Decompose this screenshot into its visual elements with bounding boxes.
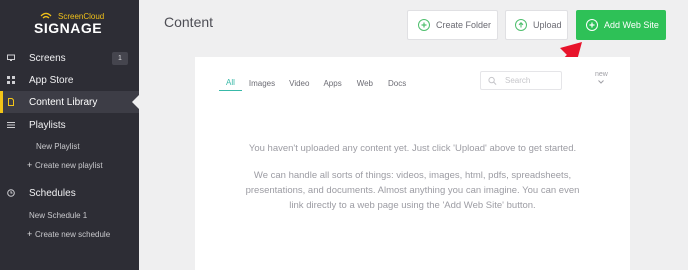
create-playlist-label: Create new playlist xyxy=(35,160,103,170)
file-icon xyxy=(7,98,15,106)
tab-web[interactable]: Web xyxy=(349,75,381,91)
create-folder-button[interactable]: Create Folder xyxy=(407,10,498,40)
grid-icon xyxy=(7,76,15,84)
page-title: Content xyxy=(164,14,214,30)
empty-state-message: You haven't uploaded any content yet. Ju… xyxy=(248,143,577,154)
sidebar-item-label: Screens xyxy=(29,52,66,64)
tab-docs[interactable]: Docs xyxy=(381,75,413,91)
chevron-down-icon xyxy=(598,80,605,84)
plus-circle-icon xyxy=(586,19,598,31)
sidebar-item-label: App Store xyxy=(29,74,74,86)
sidebar-item-content-library[interactable]: Content Library xyxy=(0,91,139,113)
sidebar-item-playlists[interactable]: Playlists xyxy=(0,114,139,136)
schedule-item[interactable]: New Schedule 1 xyxy=(0,208,139,222)
search-icon xyxy=(488,76,497,85)
plus-circle-icon xyxy=(418,19,430,31)
sidebar: ScreenCloud SIGNAGE Screens 1 App Store … xyxy=(0,0,139,270)
upload-button[interactable]: Upload xyxy=(505,10,568,40)
logo[interactable]: ScreenCloud SIGNAGE xyxy=(34,12,134,36)
screens-count-badge: 1 xyxy=(112,51,128,65)
sidebar-item-label: Content Library xyxy=(29,96,98,108)
filter-tabs: All Images Video Apps Web Docs xyxy=(219,75,413,93)
plus-icon: + xyxy=(27,160,33,170)
create-schedule-label: Create new schedule xyxy=(35,229,111,239)
tab-all[interactable]: All xyxy=(219,75,242,91)
search-box[interactable] xyxy=(480,71,562,90)
empty-state: You haven't uploaded any content yet. Ju… xyxy=(195,141,630,213)
wifi-logo-icon xyxy=(40,12,52,19)
empty-state-details: We can handle all sorts of things: video… xyxy=(245,170,580,211)
sidebar-item-label: Schedules xyxy=(29,187,76,199)
monitor-icon xyxy=(7,54,15,62)
search-input[interactable] xyxy=(505,76,561,85)
create-playlist-link[interactable]: + Create new playlist xyxy=(0,158,139,172)
sidebar-item-screens[interactable]: Screens 1 xyxy=(0,47,139,69)
logo-title: SIGNAGE xyxy=(34,20,103,36)
sidebar-item-label: Playlists xyxy=(29,119,66,131)
tab-video[interactable]: Video xyxy=(282,75,316,91)
add-web-site-label: Add Web Site xyxy=(604,20,659,30)
content-panel: All Images Video Apps Web Docs new You h… xyxy=(195,57,630,270)
add-web-site-button[interactable]: Add Web Site xyxy=(576,10,666,40)
upload-icon xyxy=(515,19,527,31)
playlist-item-label: New Playlist xyxy=(36,141,80,151)
sidebar-item-schedules[interactable]: Schedules xyxy=(0,182,139,204)
schedule-item-label: New Schedule 1 xyxy=(29,210,88,220)
plus-icon: + xyxy=(27,229,33,239)
sort-dropdown[interactable]: new xyxy=(595,71,608,87)
create-schedule-link[interactable]: + Create new schedule xyxy=(0,227,139,241)
playlist-item[interactable]: New Playlist xyxy=(0,139,139,153)
tab-apps[interactable]: Apps xyxy=(316,75,348,91)
upload-label: Upload xyxy=(533,20,562,30)
clock-icon xyxy=(7,189,15,197)
sort-label: new xyxy=(595,71,608,78)
list-icon xyxy=(7,121,15,129)
tab-images[interactable]: Images xyxy=(242,75,282,91)
sidebar-item-app-store[interactable]: App Store xyxy=(0,69,139,91)
create-folder-label: Create Folder xyxy=(436,20,492,30)
